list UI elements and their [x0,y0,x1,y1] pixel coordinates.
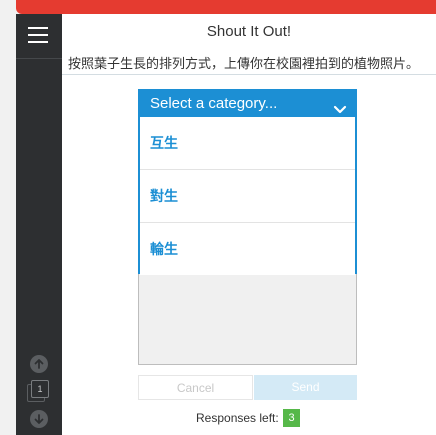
category-select[interactable]: Select a category... [140,91,355,117]
page-title: Shout It Out! [206,23,292,40]
main-content: Shout It Out! 按照葉子生長的排列方式，上傳你在校園裡拍到的植物照片… [62,14,436,435]
category-option[interactable]: 互生 [140,117,355,169]
cancel-button[interactable]: Cancel [138,375,253,400]
responses-left: Responses left: 3 [196,409,301,427]
hamburger-menu-icon[interactable] [28,27,48,43]
app-frame: 1 Shout It Out! 按照葉子生長的排列方式，上傳你在校園裡拍到的植物… [16,14,436,435]
category-option[interactable]: 對生 [140,170,355,222]
page-number: 1 [31,380,49,398]
prompt-text: 按照葉子生長的排列方式，上傳你在校園裡拍到的植物照片。 [68,56,420,71]
send-button[interactable]: Send [254,375,357,400]
category-dropdown: Select a category... 互生 對生 輪生 [138,89,357,275]
page-counter: 1 [27,380,51,402]
category-select-label: Select a category... [150,95,278,112]
responses-left-label: Responses left: [196,411,279,425]
chevron-down-icon [333,98,347,114]
arrow-down-icon[interactable] [30,410,48,428]
category-option[interactable]: 輪生 [140,223,355,275]
header-divider [62,74,436,75]
rail-divider [16,58,62,59]
top-accent-bar [16,0,436,14]
responses-count-badge: 3 [283,409,301,427]
arrow-up-icon[interactable] [30,355,48,373]
left-rail: 1 [16,14,62,435]
